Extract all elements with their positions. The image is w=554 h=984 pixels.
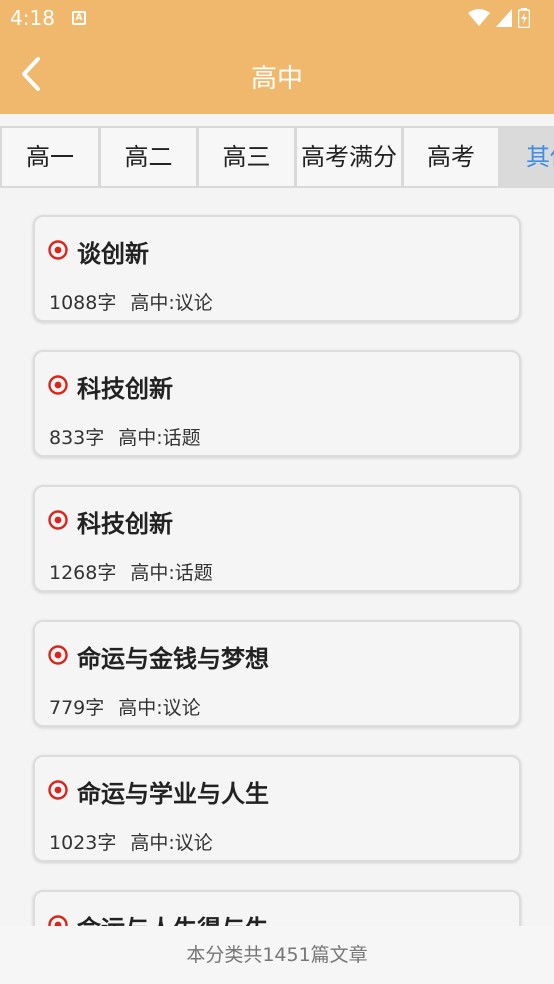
target-icon [48,375,68,395]
battery-icon [518,8,530,28]
screen: 4:18 A 高中 高一 高二 高三 高考满分 高考 其 谈创新 1088字 高… [0,0,554,984]
article-title: 科技创新 [77,375,173,403]
tab-grade-3[interactable]: 高三 [197,126,295,188]
article-card[interactable]: 命运与金钱与梦想 779字 高中:议论 [33,620,521,727]
article-word-count: 1268字 [49,562,117,584]
article-title: 谈创新 [77,240,149,268]
article-title: 命运与人生得与失 [77,909,269,926]
target-icon [48,915,68,926]
status-icons [468,8,530,28]
tab-grade-2[interactable]: 高二 [99,126,197,188]
tab-gaokao[interactable]: 高考 [402,126,499,188]
article-word-count: 779字 [49,697,105,719]
article-category: 高中:议论 [118,697,201,719]
article-title: 命运与金钱与梦想 [77,645,269,673]
article-card[interactable]: 命运与学业与人生 1023字 高中:议论 [33,755,521,862]
article-meta: 1023字 高中:议论 [49,828,213,855]
article-meta: 1088字 高中:议论 [49,288,213,315]
target-icon [48,240,68,260]
tab-full-marks[interactable]: 高考满分 [295,126,402,188]
article-card[interactable]: 谈创新 1088字 高中:议论 [33,215,521,322]
article-word-count: 1088字 [49,292,117,314]
article-category: 高中:话题 [130,562,213,584]
tab-grade-1[interactable]: 高一 [0,126,99,188]
article-word-count: 1023字 [49,832,117,854]
article-title: 命运与学业与人生 [77,780,269,808]
article-card[interactable]: 命运与人生得与失 [33,890,521,926]
article-card[interactable]: 科技创新 1268字 高中:话题 [33,485,521,592]
status-bar: 4:18 A [0,0,554,36]
article-meta: 779字 高中:议论 [49,693,201,720]
tab-other[interactable]: 其他 [499,126,554,188]
article-category: 高中:话题 [118,427,201,449]
article-category: 高中:议论 [130,832,213,854]
status-time: 4:18 [10,6,55,30]
target-icon [48,510,68,530]
article-category: 高中:议论 [130,292,213,314]
category-tabs: 高一 高二 高三 高考满分 高考 其他 [0,126,554,188]
signal-icon [496,9,512,27]
app-bar: 高中 [0,36,554,114]
target-icon [48,645,68,665]
article-list: 谈创新 1088字 高中:议论 科技创新 833字 高中:话题 科技创新 126… [0,212,554,926]
notification-icon: A [72,11,86,25]
target-icon [48,780,68,800]
article-title: 科技创新 [77,510,173,538]
wifi-icon [468,9,490,26]
article-word-count: 833字 [49,427,105,449]
article-card[interactable]: 科技创新 833字 高中:话题 [33,350,521,457]
article-meta: 833字 高中:话题 [49,423,201,450]
article-meta: 1268字 高中:话题 [49,558,213,585]
article-count-footer: 本分类共1451篇文章 [0,926,554,984]
page-title: 高中 [250,64,303,94]
